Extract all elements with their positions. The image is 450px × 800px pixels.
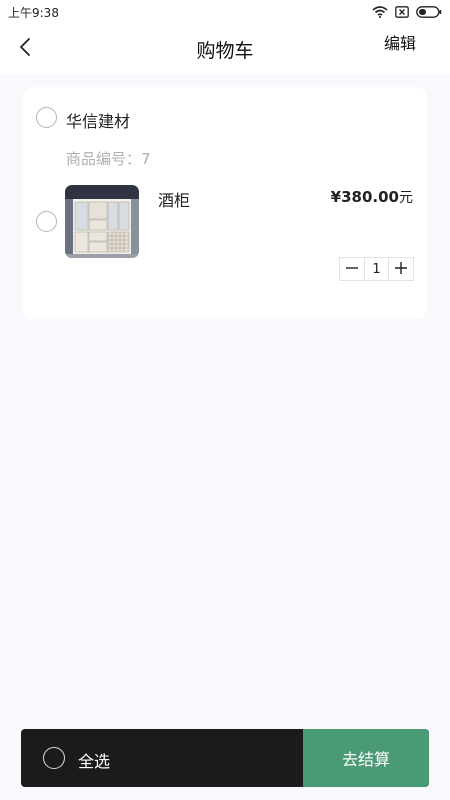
edit-button[interactable]: 编辑 bbox=[384, 30, 416, 54]
chevron-left-icon bbox=[19, 37, 31, 61]
product-image[interactable] bbox=[65, 185, 139, 258]
product-name: 酒柜 bbox=[158, 191, 191, 210]
status-icons bbox=[372, 6, 442, 18]
status-time: 上午9:38 bbox=[8, 5, 59, 20]
minus-icon bbox=[345, 260, 359, 279]
price-amount: ¥380.00 bbox=[330, 188, 399, 206]
battery-icon bbox=[416, 6, 442, 18]
page-title: 购物车 bbox=[196, 40, 254, 62]
checkout-button[interactable]: 去结算 bbox=[303, 729, 429, 787]
decrease-button[interactable] bbox=[340, 258, 364, 280]
checkout-bar: 全选 去结算 bbox=[21, 729, 429, 787]
quantity-stepper: 1 bbox=[339, 257, 414, 281]
price-unit: 元 bbox=[399, 190, 413, 206]
product-code: 商品编号：7 bbox=[66, 150, 151, 168]
back-button[interactable] bbox=[10, 34, 40, 64]
wifi-icon bbox=[372, 6, 388, 18]
product-price: ¥380.00元 bbox=[331, 187, 413, 207]
select-all-label[interactable]: 全选 bbox=[78, 748, 110, 772]
sim-off-icon bbox=[395, 6, 409, 18]
quantity-value[interactable]: 1 bbox=[364, 258, 389, 280]
increase-button[interactable] bbox=[389, 258, 413, 280]
status-bar: 上午9:38 bbox=[0, 0, 450, 24]
shop-select-radio[interactable] bbox=[36, 107, 57, 128]
cart-shop-card: 华信建材 商品编号：7 酒柜 ¥380.00元 1 bbox=[23, 87, 427, 319]
plus-icon bbox=[394, 260, 408, 279]
nav-bar: 购物车 编辑 bbox=[0, 24, 450, 74]
select-all-radio[interactable] bbox=[43, 747, 65, 769]
shop-name: 华信建材 bbox=[66, 112, 131, 131]
item-select-radio[interactable] bbox=[36, 211, 57, 232]
